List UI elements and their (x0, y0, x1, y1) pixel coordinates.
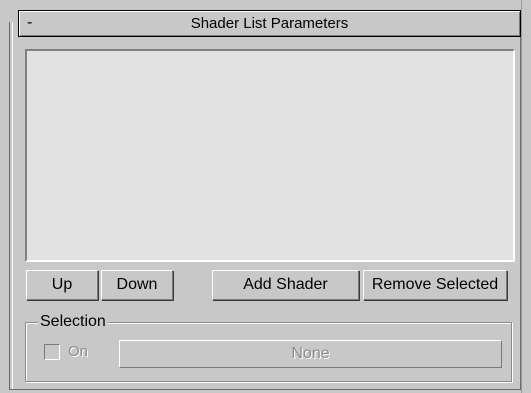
down-button[interactable]: Down (101, 270, 173, 300)
rollout-header[interactable]: - Shader List Parameters (18, 10, 521, 37)
remove-selected-button[interactable]: Remove Selected (363, 270, 507, 300)
up-button[interactable]: Up (26, 270, 98, 300)
panel-scrollbar[interactable] (521, 0, 531, 393)
shader-list-parameters-panel: - Shader List Parameters Up Down Add Sha… (0, 0, 531, 393)
rollout-title: Shader List Parameters (190, 15, 349, 32)
selection-group: Selection On None (25, 312, 512, 382)
selection-none-button[interactable]: None (119, 340, 502, 368)
add-shader-button[interactable]: Add Shader (212, 270, 359, 300)
shader-listbox[interactable] (25, 49, 515, 262)
on-checkbox[interactable] (44, 344, 60, 360)
selection-group-label: Selection (38, 312, 108, 332)
on-checkbox-label: On (68, 343, 89, 360)
